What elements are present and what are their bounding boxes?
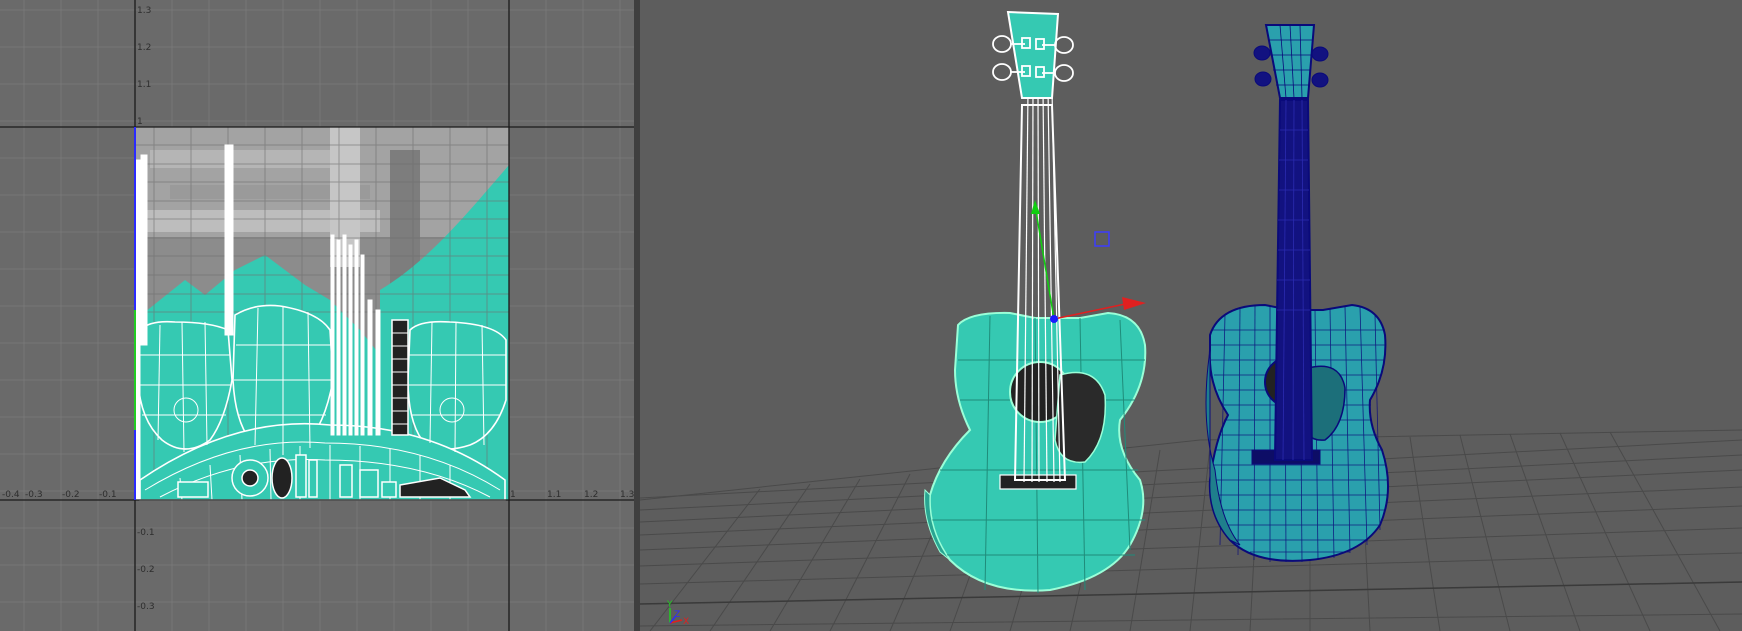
uv-editor-panel[interactable]: -0.4 -0.3 -0.2 -0.1 1 1.1 1.2 1.3 1.3 1.… [0, 0, 634, 631]
maya-uv-and-3d-workspace: -0.4 -0.3 -0.2 -0.1 1 1.1 1.2 1.3 1.3 1.… [0, 0, 1742, 631]
svg-text:1: 1 [137, 117, 143, 127]
svg-text:-0.2: -0.2 [62, 490, 80, 500]
svg-text:-0.4: -0.4 [2, 490, 20, 500]
svg-text:-0.1: -0.1 [99, 490, 117, 500]
manip-x-arrow-icon[interactable] [1122, 297, 1146, 310]
guitar-wireframe-headstock [1264, 24, 1316, 99]
svg-text:1.2: 1.2 [137, 43, 151, 53]
uv-shell-fretboard[interactable] [391, 319, 409, 436]
gizmo-z-label: Z [674, 610, 680, 620]
svg-text:1.3: 1.3 [137, 6, 151, 16]
svg-text:1.2: 1.2 [584, 490, 598, 500]
uv-shells[interactable] [137, 304, 507, 501]
uv-editor-canvas[interactable]: -0.4 -0.3 -0.2 -0.1 1 1.1 1.2 1.3 1.3 1.… [0, 0, 634, 631]
svg-text:-0.3: -0.3 [25, 490, 43, 500]
manip-center-handle[interactable] [1050, 315, 1058, 323]
svg-text:1.1: 1.1 [137, 80, 151, 90]
guitar-selected-headstock [1006, 10, 1060, 99]
svg-text:1.1: 1.1 [547, 490, 561, 500]
svg-text:-0.2: -0.2 [137, 565, 155, 575]
grid-center-line [640, 581, 1742, 605]
svg-text:-0.3: -0.3 [137, 602, 155, 612]
view-axis-gizmo: Y X Z [666, 600, 689, 627]
gizmo-y-label: Y [666, 600, 673, 610]
svg-text:-0.1: -0.1 [137, 528, 155, 538]
svg-text:1: 1 [510, 490, 516, 500]
manip-plane-handle-icon[interactable] [1094, 231, 1110, 247]
gizmo-x-label: X [683, 617, 689, 627]
svg-text:1.3: 1.3 [620, 490, 634, 500]
guitar-selected[interactable] [924, 10, 1147, 594]
move-manipulator[interactable] [1031, 200, 1146, 323]
guitar-wireframe[interactable] [1205, 24, 1390, 563]
viewport-canvas[interactable]: Y X Z [640, 0, 1742, 631]
perspective-viewport[interactable]: Y X Z [640, 0, 1742, 631]
